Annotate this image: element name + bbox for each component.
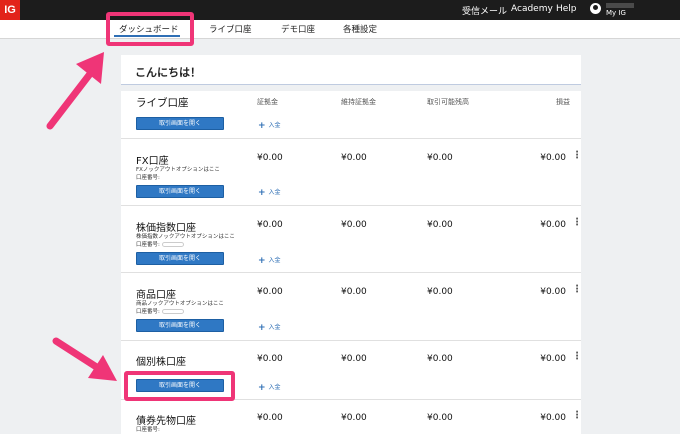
arrow-to-open-button: [52, 337, 117, 381]
arrow-to-dashboard: [46, 52, 104, 130]
annotation-arrows: [46, 52, 117, 381]
